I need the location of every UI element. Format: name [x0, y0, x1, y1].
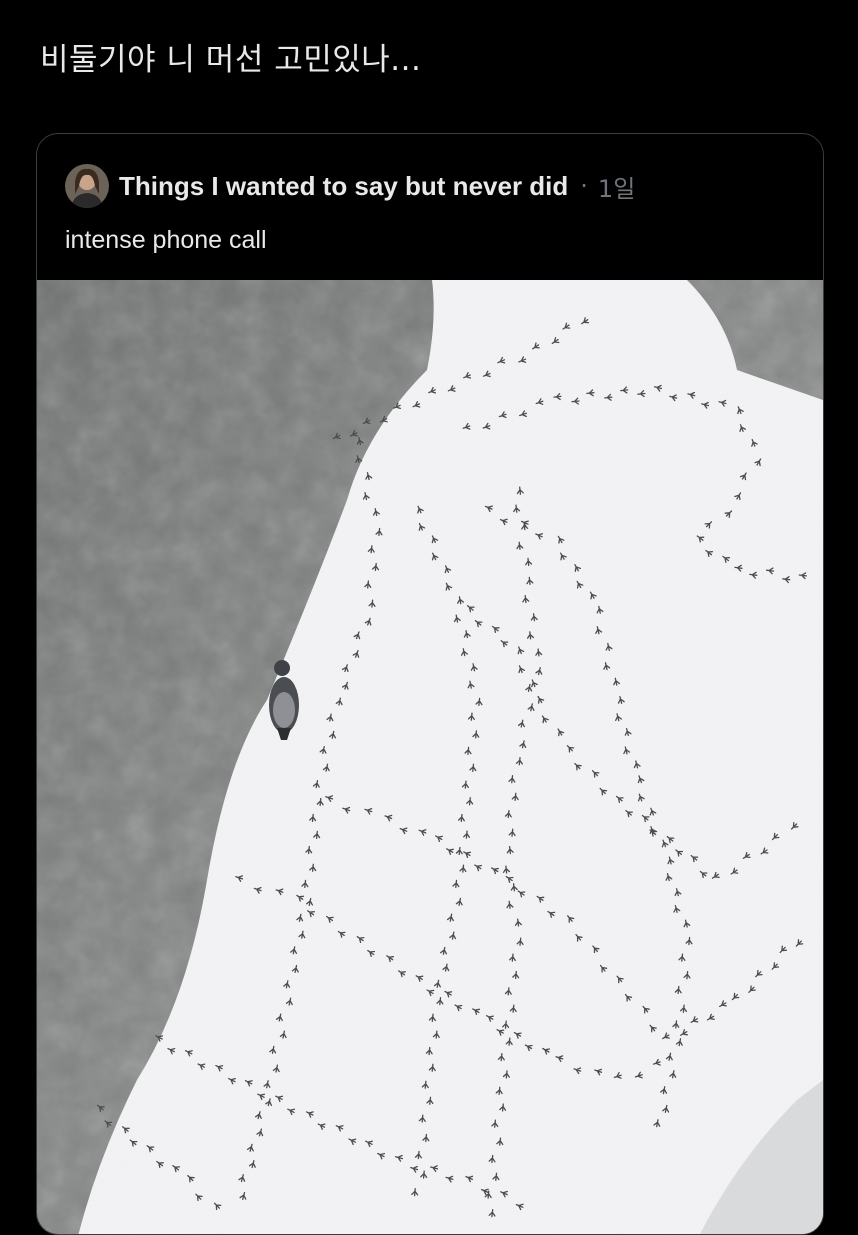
avatar[interactable]: [65, 164, 109, 208]
tweet-text: 비둘기야 니 머선 고민있나...: [40, 42, 422, 78]
quoted-tweet-header: Things I wanted to say but never did · 1…: [65, 164, 635, 208]
author-name[interactable]: Things I wanted to say but never did: [119, 171, 568, 202]
tweet-media-image[interactable]: [37, 280, 823, 1235]
timestamp[interactable]: 1일: [598, 169, 635, 204]
separator-dot: ·: [580, 172, 588, 200]
quoted-tweet-card[interactable]: Things I wanted to say but never did · 1…: [36, 133, 824, 1235]
quoted-tweet-text: intense phone call: [65, 226, 267, 254]
